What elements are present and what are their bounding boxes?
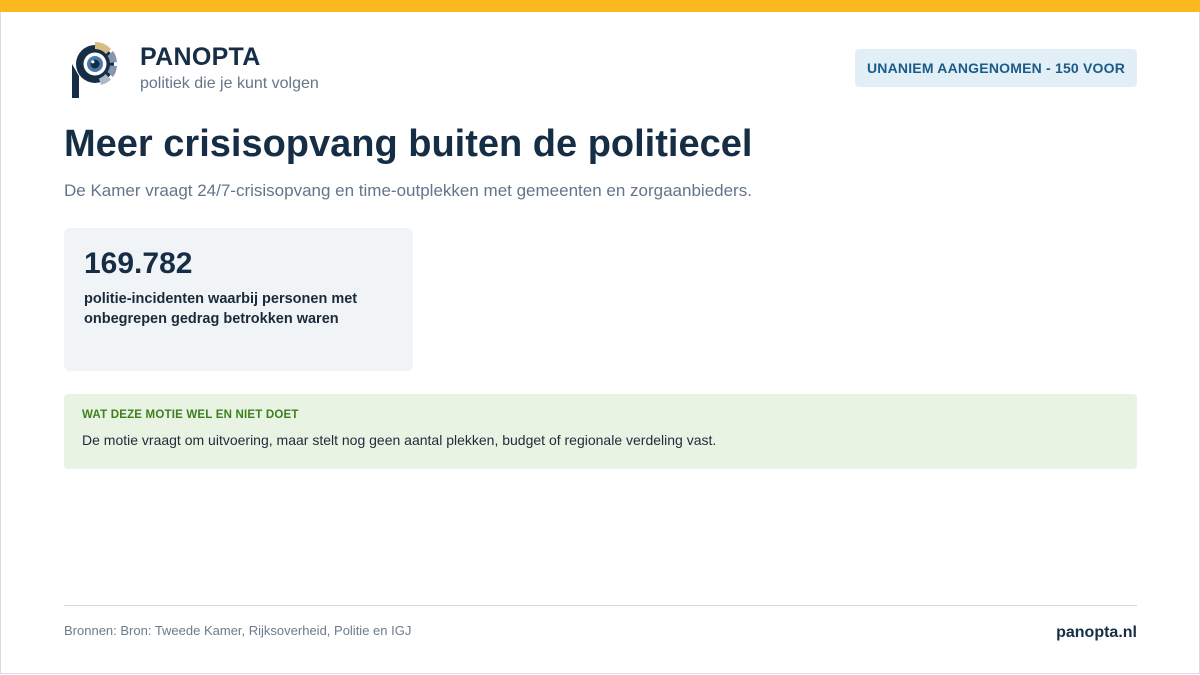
page-title: Meer crisisopvang buiten de politiecel xyxy=(64,123,753,165)
stat-card: 169.782 politie-incidenten waarbij perso… xyxy=(64,228,413,371)
page-subtitle: De Kamer vraagt 24/7-crisisopvang en tim… xyxy=(64,181,752,200)
top-accent-bar xyxy=(0,0,1200,12)
footer-divider xyxy=(64,605,1137,606)
panopta-eye-logo-icon xyxy=(68,40,122,100)
stat-label: politie-incidenten waarbij personen met … xyxy=(84,291,358,327)
info-text: De motie vraagt om uitvoering, maar stel… xyxy=(82,432,717,448)
info-heading: WAT DEZE MOTIE WEL EN NIET DOET xyxy=(82,409,299,421)
stat-value: 169.782 xyxy=(84,247,193,280)
brand-tagline: politiek die je kunt volgen xyxy=(140,75,319,92)
vote-status-badge: UNANIEM AANGENOMEN - 150 VOOR xyxy=(855,49,1137,87)
info-box: WAT DEZE MOTIE WEL EN NIET DOET De motie… xyxy=(64,394,1137,469)
footer-sources: Bronnen: Bron: Tweede Kamer, Rijksoverhe… xyxy=(64,623,412,638)
footer-site-link[interactable]: panopta.nl xyxy=(1056,623,1137,642)
brand-name: PANOPTA xyxy=(140,43,261,71)
